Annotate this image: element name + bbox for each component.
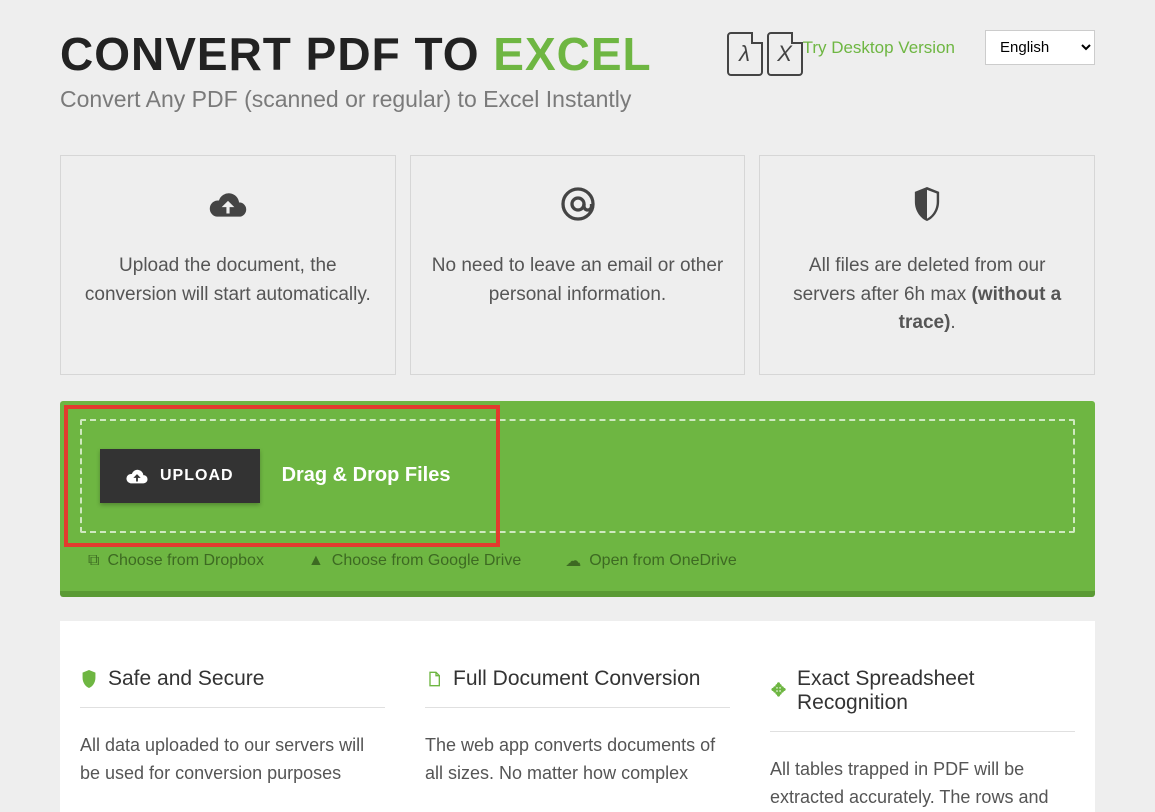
- link-label: Open from OneDrive: [589, 552, 737, 570]
- dropbox-icon: ⧉: [88, 552, 99, 570]
- feature-body: All data uploaded to our servers will be…: [80, 732, 385, 788]
- try-desktop-link[interactable]: Try Desktop Version: [803, 38, 955, 58]
- crosshair-icon: ✥: [770, 682, 787, 700]
- link-label: Choose from Google Drive: [332, 552, 521, 570]
- upload-button[interactable]: UPLOAD: [100, 449, 260, 503]
- language-select[interactable]: English: [985, 30, 1095, 65]
- feature-safe: Safe and Secure All data uploaded to our…: [80, 667, 385, 812]
- card-text: No need to leave an email or other perso…: [431, 252, 725, 309]
- onedrive-icon: ☁: [565, 551, 581, 571]
- feature-full: Full Document Conversion The web app con…: [425, 667, 730, 812]
- title-part-b: EXCEL: [493, 28, 651, 80]
- pdf-doc-icon: λ: [727, 32, 763, 76]
- card-text: All files are deleted from our servers a…: [780, 252, 1074, 338]
- feature-body: The web app converts documents of all si…: [425, 732, 730, 788]
- info-card-email: No need to leave an email or other perso…: [410, 155, 746, 375]
- page-title: CONVERT PDF TO EXCEL: [60, 30, 707, 78]
- upload-button-label: UPLOAD: [160, 467, 234, 485]
- gdrive-link[interactable]: ▲ Choose from Google Drive: [308, 551, 521, 571]
- upload-panel: UPLOAD Drag & Drop Files ⧉ Choose from D…: [60, 401, 1095, 597]
- shield-icon: [780, 184, 1074, 224]
- document-icon: [425, 670, 443, 688]
- dropbox-link[interactable]: ⧉ Choose from Dropbox: [88, 551, 264, 571]
- xls-doc-icon: X: [767, 32, 803, 76]
- onedrive-link[interactable]: ☁ Open from OneDrive: [565, 551, 737, 571]
- feature-title: Full Document Conversion: [453, 667, 700, 691]
- cloud-upload-icon: [81, 184, 375, 224]
- title-part-a: CONVERT PDF TO: [60, 28, 493, 80]
- card-text: Upload the document, the conversion will…: [81, 252, 375, 309]
- shield-icon: [80, 670, 98, 688]
- info-card-delete: All files are deleted from our servers a…: [759, 155, 1095, 375]
- drag-drop-label: Drag & Drop Files: [282, 464, 451, 487]
- gdrive-icon: ▲: [308, 552, 324, 570]
- info-card-upload: Upload the document, the conversion will…: [60, 155, 396, 375]
- feature-body: All tables trapped in PDF will be extrac…: [770, 756, 1075, 812]
- feature-exact: ✥ Exact Spreadsheet Recognition All tabl…: [770, 667, 1075, 812]
- page-subtitle: Convert Any PDF (scanned or regular) to …: [60, 86, 707, 113]
- format-icons: λ X: [727, 32, 803, 76]
- link-label: Choose from Dropbox: [107, 552, 264, 570]
- at-icon: [431, 184, 725, 224]
- feature-title: Exact Spreadsheet Recognition: [797, 667, 1075, 715]
- cloud-upload-icon: [126, 467, 148, 485]
- dropzone[interactable]: UPLOAD Drag & Drop Files: [80, 419, 1075, 533]
- feature-title: Safe and Secure: [108, 667, 264, 691]
